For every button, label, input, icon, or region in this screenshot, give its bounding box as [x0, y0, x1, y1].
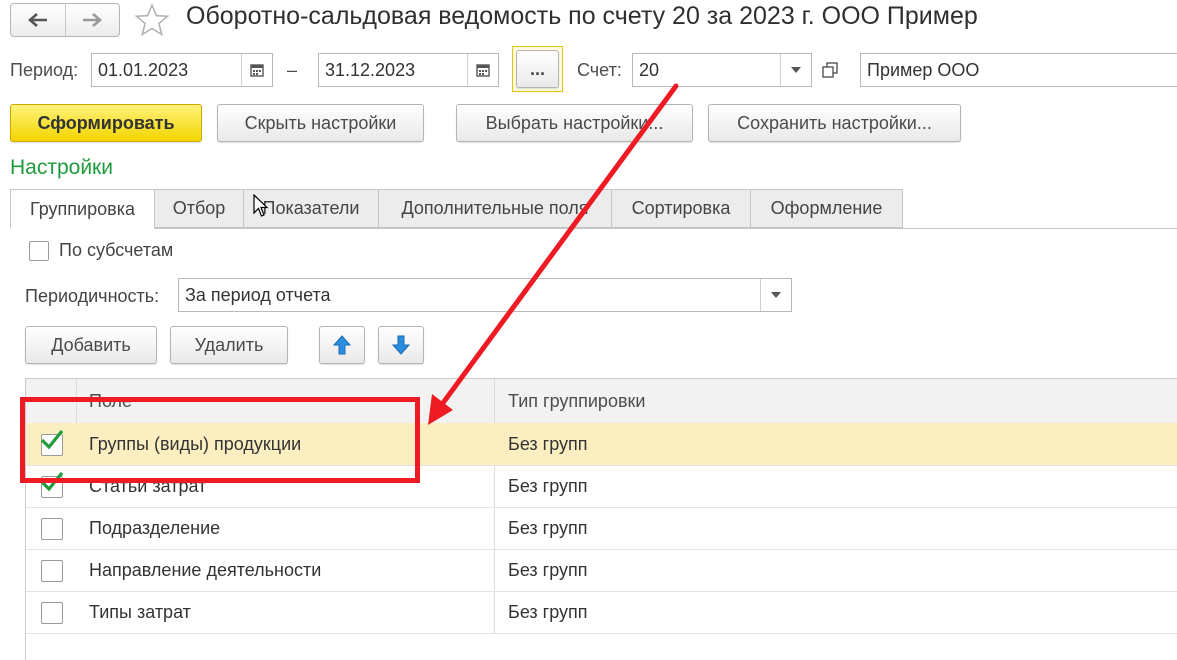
mouse-pointer-icon — [253, 194, 269, 217]
annotation-arrow — [428, 83, 679, 425]
